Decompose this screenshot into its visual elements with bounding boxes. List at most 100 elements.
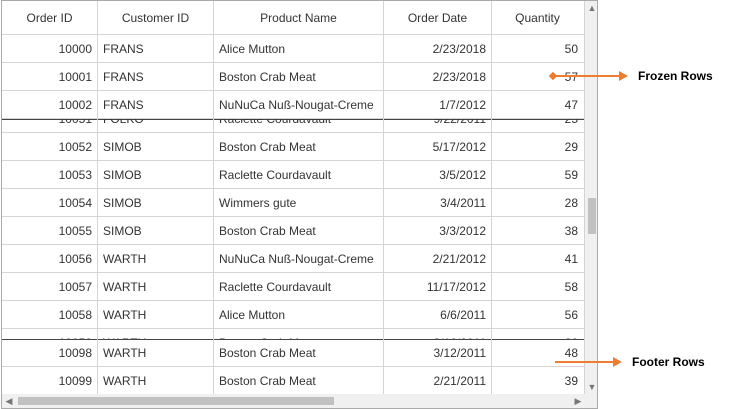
customer-id-cell[interactable]: FRANS bbox=[98, 35, 214, 63]
arrow-tail-dot-icon bbox=[548, 71, 558, 81]
order-date-cell[interactable]: 2/21/2011 bbox=[384, 367, 492, 395]
order-id-cell[interactable]: 10000 bbox=[2, 35, 98, 63]
product-name-cell[interactable]: NuNuCa Nuß-Nougat-Creme bbox=[214, 245, 384, 273]
product-name-cell[interactable]: Alice Mutton bbox=[214, 301, 384, 329]
table-row[interactable]: 10059WARTHBoston Crab Meat3/16/201126 bbox=[2, 329, 585, 339]
table-row[interactable]: 10052 SIMOB Boston Crab Meat 5/17/2012 29 bbox=[2, 133, 585, 161]
product-name-cell[interactable]: Boston Crab Meat bbox=[214, 339, 384, 367]
product-name-cell[interactable]: Raclette Courdavault bbox=[214, 273, 384, 301]
order-date-cell[interactable]: 2/23/2018 bbox=[384, 63, 492, 91]
order-id-cell[interactable]: 10099 bbox=[2, 367, 98, 395]
quantity-cell[interactable]: 38 bbox=[492, 217, 585, 245]
customer-id-cell[interactable]: SIMOB bbox=[98, 189, 214, 217]
customer-id-cell[interactable]: WARTH bbox=[98, 339, 214, 367]
order-id-cell[interactable]: 10098 bbox=[2, 339, 98, 367]
horizontal-scrollbar[interactable]: ◀ ▶ bbox=[2, 394, 585, 408]
order-date-cell[interactable]: 2/21/2012 bbox=[384, 245, 492, 273]
product-name-cell[interactable]: Boston Crab Meat bbox=[214, 217, 384, 245]
table-row[interactable]: 10051 FOLKO Raclette Courdavault 9/22/2011 2… bbox=[2, 119, 585, 133]
customer-id-cell[interactable]: FRANS bbox=[98, 63, 214, 91]
order-date-cell[interactable]: 3/3/2012 bbox=[384, 217, 492, 245]
customer-id-cell[interactable]: SIMOB bbox=[98, 161, 214, 189]
order-id-cell[interactable]: 10056 bbox=[2, 245, 98, 273]
table-row[interactable]: 10001 FRANS Boston Crab Meat 2/23/2018 57 bbox=[2, 63, 585, 91]
quantity-cell[interactable]: 59 bbox=[492, 161, 585, 189]
order-date-cell[interactable]: 3/5/2012 bbox=[384, 161, 492, 189]
arrow-line bbox=[556, 75, 619, 77]
table-row[interactable]: 10055 SIMOB Boston Crab Meat 3/3/2012 38 bbox=[2, 217, 585, 245]
product-name-cell[interactable]: Boston Crab Meat bbox=[214, 133, 384, 161]
table-row[interactable]: 10002 FRANS NuNuCa Nuß-Nougat-Creme 1/7/201… bbox=[2, 91, 585, 119]
quantity-cell[interactable]: 50 bbox=[492, 35, 585, 63]
customer-id-cell[interactable]: FRANS bbox=[98, 91, 214, 119]
order-id-cell[interactable]: 10051 bbox=[2, 119, 98, 133]
column-header-order-id[interactable]: Order ID bbox=[2, 1, 98, 35]
order-date-cell[interactable]: 9/22/2011 bbox=[384, 119, 492, 133]
order-id-cell[interactable]: 10001 bbox=[2, 63, 98, 91]
order-date-cell[interactable]: 5/17/2012 bbox=[384, 133, 492, 161]
horizontal-scroll-thumb[interactable] bbox=[18, 397, 334, 405]
quantity-cell[interactable]: 28 bbox=[492, 189, 585, 217]
order-date-cell[interactable]: 3/12/2011 bbox=[384, 339, 492, 367]
customer-id-cell[interactable]: SIMOB bbox=[98, 217, 214, 245]
table-row[interactable]: 10057 WARTH Raclette Courdavault 11/17/2012… bbox=[2, 273, 585, 301]
order-id-cell[interactable]: 10052 bbox=[2, 133, 98, 161]
quantity-cell[interactable]: 58 bbox=[492, 273, 585, 301]
table-row[interactable]: 10056 WARTH NuNuCa Nuß-Nougat-Creme 2/21/20… bbox=[2, 245, 585, 273]
table-row[interactable]: 10054 SIMOB Wimmers gute 3/4/2011 28 bbox=[2, 189, 585, 217]
vertical-scroll-thumb[interactable] bbox=[588, 198, 596, 234]
order-id-cell[interactable]: 10054 bbox=[2, 189, 98, 217]
table-row[interactable]: 10000 FRANS Alice Mutton 2/23/2018 50 bbox=[2, 35, 585, 63]
product-name-cell[interactable]: Alice Mutton bbox=[214, 35, 384, 63]
scrollable-rows: 10051 FOLKO Raclette Courdavault 9/22/2011 2… bbox=[2, 119, 585, 339]
customer-id-cell[interactable]: WARTH bbox=[98, 329, 214, 339]
table-row[interactable]: 10058 WARTH Alice Mutton 6/6/2011 56 bbox=[2, 301, 585, 329]
product-name-cell[interactable]: Boston Crab Meat bbox=[214, 329, 384, 339]
table-row[interactable]: 10098 WARTH Boston Crab Meat 3/12/2011 48 bbox=[2, 339, 585, 367]
table-row[interactable]: 10099 WARTH Boston Crab Meat 2/21/2011 39 bbox=[2, 367, 585, 395]
quantity-cell[interactable]: 47 bbox=[492, 91, 585, 119]
order-id-cell[interactable]: 10059 bbox=[2, 329, 98, 339]
customer-id-cell[interactable]: SIMOB bbox=[98, 133, 214, 161]
order-date-cell[interactable]: 2/23/2018 bbox=[384, 35, 492, 63]
order-date-cell[interactable]: 3/4/2011 bbox=[384, 189, 492, 217]
order-id-cell[interactable]: 10057 bbox=[2, 273, 98, 301]
quantity-cell[interactable]: 29 bbox=[492, 133, 585, 161]
quantity-cell[interactable]: 39 bbox=[492, 367, 585, 395]
table-row[interactable]: 10053 SIMOB Raclette Courdavault 3/5/2012 59 bbox=[2, 161, 585, 189]
column-header-customer-id[interactable]: Customer ID bbox=[98, 1, 214, 35]
vertical-scrollbar[interactable]: ▲ ▼ bbox=[585, 1, 597, 394]
product-name-cell[interactable]: Wimmers gute bbox=[214, 189, 384, 217]
customer-id-cell[interactable]: WARTH bbox=[98, 273, 214, 301]
quantity-cell[interactable]: 41 bbox=[492, 245, 585, 273]
product-name-cell[interactable]: Raclette Courdavault bbox=[214, 119, 384, 133]
chevron-down-icon[interactable]: ▼ bbox=[585, 380, 597, 394]
column-header-quantity[interactable]: Quantity bbox=[492, 1, 585, 35]
quantity-cell[interactable]: 25 bbox=[492, 119, 585, 133]
frozen-rows-label: Frozen Rows bbox=[638, 69, 713, 83]
order-id-cell[interactable]: 10055 bbox=[2, 217, 98, 245]
order-id-cell[interactable]: 10058 bbox=[2, 301, 98, 329]
arrow-line bbox=[555, 361, 613, 363]
order-date-cell[interactable]: 3/16/2011 bbox=[384, 329, 492, 339]
order-id-cell[interactable]: 10002 bbox=[2, 91, 98, 119]
quantity-cell[interactable]: 56 bbox=[492, 301, 585, 329]
column-header-order-date[interactable]: Order Date bbox=[384, 1, 492, 35]
order-date-cell[interactable]: 6/6/2011 bbox=[384, 301, 492, 329]
chevron-left-icon[interactable]: ◀ bbox=[2, 394, 16, 408]
column-header-product-name[interactable]: Product Name bbox=[214, 1, 384, 35]
customer-id-cell[interactable]: WARTH bbox=[98, 301, 214, 329]
chevron-right-icon[interactable]: ▶ bbox=[571, 394, 585, 408]
order-id-cell[interactable]: 10053 bbox=[2, 161, 98, 189]
chevron-up-icon[interactable]: ▲ bbox=[585, 1, 597, 15]
customer-id-cell[interactable]: FOLKO bbox=[98, 119, 214, 133]
customer-id-cell[interactable]: WARTH bbox=[98, 367, 214, 395]
order-date-cell[interactable]: 1/7/2012 bbox=[384, 91, 492, 119]
product-name-cell[interactable]: Boston Crab Meat bbox=[214, 63, 384, 91]
product-name-cell[interactable]: Boston Crab Meat bbox=[214, 367, 384, 395]
product-name-cell[interactable]: NuNuCa Nuß-Nougat-Creme bbox=[214, 91, 384, 119]
quantity-cell[interactable]: 26 bbox=[492, 329, 585, 339]
order-date-cell[interactable]: 11/17/2012 bbox=[384, 273, 492, 301]
customer-id-cell[interactable]: WARTH bbox=[98, 245, 214, 273]
product-name-cell[interactable]: Raclette Courdavault bbox=[214, 161, 384, 189]
